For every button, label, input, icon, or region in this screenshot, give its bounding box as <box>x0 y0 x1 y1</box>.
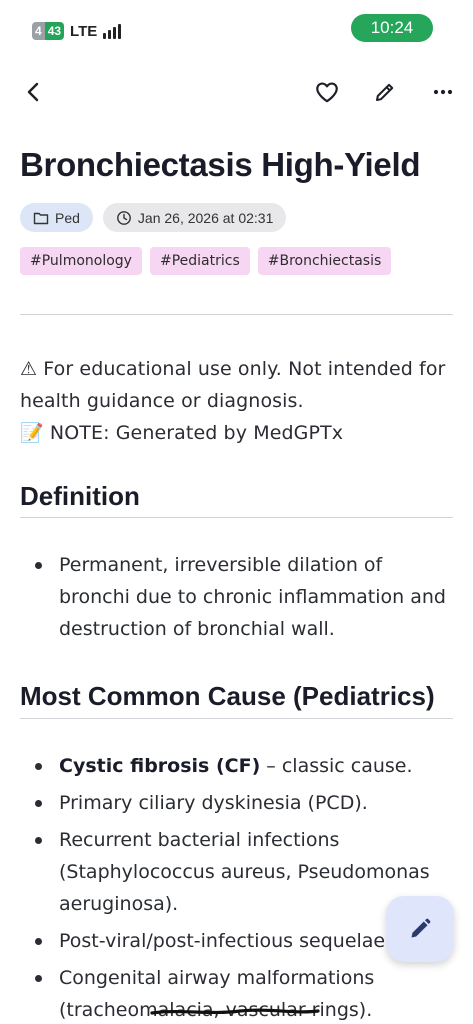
tag-pediatrics[interactable]: #Pediatrics <box>149 247 250 275</box>
section-heading-definition: Definition <box>20 481 140 511</box>
date-chip: Jan 26, 2026 at 02:31 <box>102 203 287 232</box>
causes-list: Cystic fibrosis (CF) – classic cause. Pr… <box>20 750 450 1024</box>
more-horizontal-icon <box>433 89 453 95</box>
divider <box>20 718 453 719</box>
list-item: Cystic fibrosis (CF) – classic cause. <box>20 750 450 782</box>
divider <box>20 314 453 315</box>
generated-note: 📝 NOTE: Generated by MedGPTx <box>20 422 344 444</box>
more-button[interactable] <box>423 72 463 112</box>
page-title: Bronchiectasis High-Yield <box>20 146 421 183</box>
section-heading-causes: Most Common Cause (Pediatrics) <box>20 681 435 711</box>
folder-label: Ped <box>55 209 80 226</box>
clock: 10:24 <box>351 14 433 42</box>
list-item-rest: – classic cause. <box>260 755 413 777</box>
status-bar: 4 43 LTE 10:24 <box>0 0 473 58</box>
list-item-bold: Cystic fibrosis (CF) <box>59 755 261 777</box>
disclaimer: ⚠ For educational use only. Not intended… <box>20 353 450 449</box>
chevron-left-icon <box>27 82 39 102</box>
list-item: Primary ciliary dyskinesia (PCD). <box>20 787 450 819</box>
battery-badge: 4 43 <box>32 22 65 40</box>
back-button[interactable] <box>14 72 54 112</box>
status-left: 4 43 LTE <box>32 22 122 40</box>
network-label: LTE <box>70 22 98 40</box>
tag-bronchiectasis[interactable]: #Bronchiectasis <box>257 247 392 275</box>
pencil-icon <box>376 83 394 101</box>
app-bar <box>0 70 473 114</box>
battery-right-text: 43 <box>44 22 65 40</box>
scribble-mark <box>150 1008 320 1015</box>
note-detail-screen: 4 43 LTE 10:24 Bronchiectasis High-Yield <box>0 0 473 1024</box>
favorite-button[interactable] <box>307 72 347 112</box>
edit-fab[interactable] <box>386 896 454 962</box>
tags-row: #Pulmonology #Pediatrics #Bronchiectasis <box>20 247 392 275</box>
clock-icon <box>117 210 131 225</box>
battery-left-text: 4 <box>32 22 45 40</box>
date-label: Jan 26, 2026 at 02:31 <box>137 209 274 226</box>
list-item: Permanent, irreversible dilation of bron… <box>20 549 450 645</box>
pencil-icon <box>411 918 431 938</box>
disclaimer-text: ⚠ For educational use only. Not intended… <box>20 358 446 412</box>
list-item: Recurrent bacterial infections (Staphylo… <box>20 824 450 920</box>
folder-chip[interactable]: Ped <box>20 203 93 232</box>
meta-row: Ped Jan 26, 2026 at 02:31 <box>20 203 287 232</box>
definition-list: Permanent, irreversible dilation of bron… <box>20 549 450 650</box>
folder-icon <box>33 212 49 224</box>
heart-outline-icon <box>316 82 338 103</box>
divider <box>20 517 453 518</box>
edit-button[interactable] <box>365 72 405 112</box>
signal-icon <box>103 23 122 39</box>
tag-pulmonology[interactable]: #Pulmonology <box>20 247 142 275</box>
